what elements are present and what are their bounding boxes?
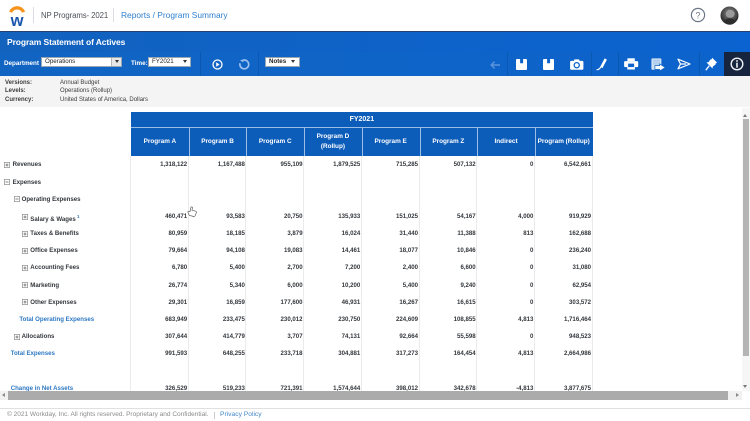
svg-text:w: w <box>10 12 24 27</box>
svg-text:?: ? <box>695 10 700 20</box>
